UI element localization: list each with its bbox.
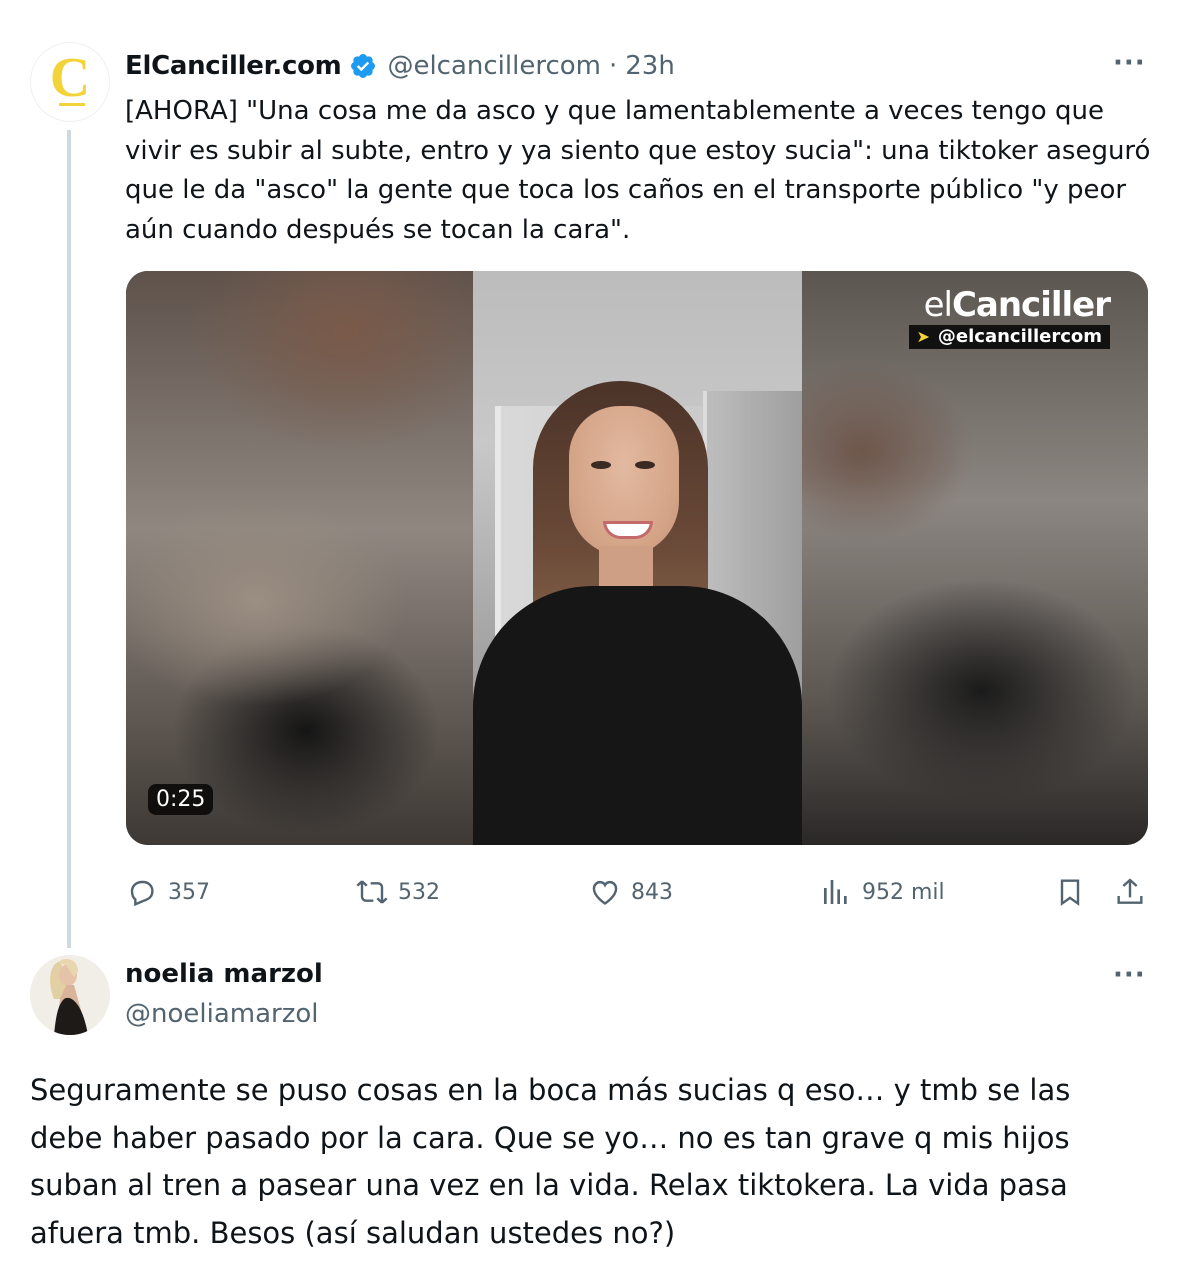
video-duration: 0:25 <box>148 784 214 815</box>
video-player[interactable]: elCanciller ➤ @elcancillercom 0:25 <box>126 271 1148 845</box>
avatar-logo-letter: C <box>49 47 91 109</box>
noelia-avatar[interactable] <box>30 955 110 1035</box>
tweet-header: ElCanciller.com @elcancillercom · 23h <box>125 46 675 86</box>
elcanciller-avatar[interactable]: C <box>30 42 110 122</box>
video-person-eye <box>635 461 655 469</box>
reply-button[interactable]: 357 <box>126 872 210 912</box>
share-button[interactable] <box>1114 872 1146 912</box>
video-blur-right <box>802 271 1148 845</box>
profile-photo <box>30 955 110 1035</box>
share-icon <box>1117 878 1143 904</box>
video-frame <box>473 271 802 845</box>
reply-count: 357 <box>168 879 210 905</box>
analytics-icon <box>824 880 847 904</box>
tweet-time[interactable]: 23h <box>625 51 675 81</box>
retweet-icon <box>356 880 388 904</box>
retweet-button[interactable]: 532 <box>356 872 440 912</box>
author-name[interactable]: ElCanciller.com <box>125 51 342 81</box>
verified-badge-icon <box>351 54 376 78</box>
tweet-text: [AHORA] "Una cosa me da asco y que lamen… <box>125 96 1151 245</box>
reply-text: Seguramente se puso cosas en la boca más… <box>30 1073 1071 1250</box>
bookmark-icon <box>1060 879 1080 906</box>
reply-author-name[interactable]: noelia marzol <box>125 959 323 989</box>
reply-more-options-icon[interactable]: ··· <box>1113 960 1146 990</box>
tweet-actions: 357 532 843 952 mil <box>126 872 1151 912</box>
more-options-icon[interactable]: ··· <box>1113 48 1146 78</box>
video-person-eye <box>591 461 611 469</box>
like-button[interactable]: 843 <box>589 872 673 912</box>
separator-dot: · <box>609 51 618 81</box>
watermark-logo: elCanciller <box>923 285 1111 325</box>
retweet-count: 532 <box>398 879 440 905</box>
author-handle[interactable]: @elcancillercom <box>387 51 601 81</box>
watermark-handle: ➤ @elcancillercom <box>908 325 1110 349</box>
bird-icon: ➤ <box>916 327 930 346</box>
views-count: 952 mil <box>862 879 945 905</box>
video-watermark: elCanciller ➤ @elcancillercom <box>908 285 1111 349</box>
heart-icon <box>592 880 618 905</box>
reply-author-handle[interactable]: @noeliamarzol <box>125 999 319 1029</box>
video-blur-left <box>126 271 473 845</box>
reply-icon <box>130 880 154 907</box>
thread-connector-line <box>67 130 71 948</box>
bookmark-button[interactable] <box>1054 872 1086 912</box>
views-button[interactable]: 952 mil <box>820 872 945 912</box>
like-count: 843 <box>631 879 673 905</box>
avatar-logo-underline <box>59 103 85 106</box>
video-person-shirt <box>473 586 802 845</box>
